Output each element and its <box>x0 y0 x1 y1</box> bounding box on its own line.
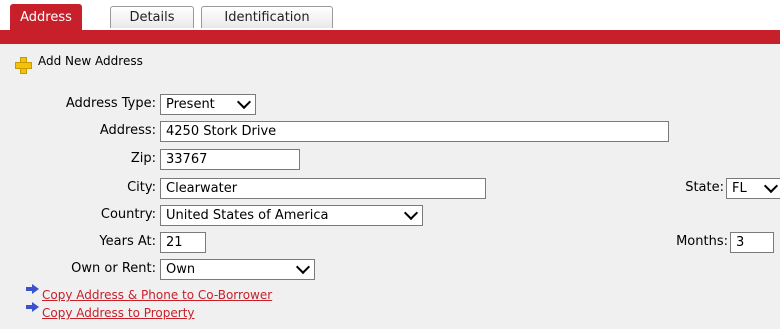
chevron-down-icon <box>295 259 311 275</box>
tab-details[interactable]: Details <box>110 6 194 28</box>
tab-address[interactable]: Address <box>10 4 82 30</box>
arrow-right-icon <box>26 284 40 294</box>
country-label: Country: <box>100 207 156 222</box>
chevron-down-icon <box>236 94 252 110</box>
tab-identification[interactable]: Identification <box>201 6 333 28</box>
own-or-rent-select[interactable]: Own <box>160 259 315 280</box>
tab-underline-bar <box>0 30 780 44</box>
city-label: City: <box>127 180 156 195</box>
address-type-label: Address Type: <box>65 96 156 111</box>
months-label: Months: <box>676 234 728 249</box>
chevron-down-icon <box>763 178 779 194</box>
years-at-label: Years At: <box>99 234 156 249</box>
own-or-rent-label: Own or Rent: <box>71 261 156 276</box>
address-input[interactable]: 4250 Stork Drive <box>160 121 669 142</box>
chevron-down-icon <box>403 205 419 221</box>
country-select[interactable]: United States of America <box>160 205 423 226</box>
copy-to-property-label: Copy Address to Property <box>42 306 195 320</box>
state-select[interactable]: FL <box>726 178 780 199</box>
tab-bar: Address Details Identification <box>0 0 780 34</box>
copy-to-property-link[interactable]: Copy Address to Property <box>26 302 195 320</box>
years-at-input[interactable]: 21 <box>160 232 206 253</box>
copy-to-co-borrower-link[interactable]: Copy Address & Phone to Co-Borrower <box>26 284 272 302</box>
address-type-value: Present <box>166 97 215 112</box>
address-type-select[interactable]: Present <box>160 94 256 115</box>
months-input[interactable]: 3 <box>730 232 774 253</box>
city-input[interactable]: Clearwater <box>160 178 486 199</box>
address-label: Address: <box>99 123 156 138</box>
arrow-right-icon <box>26 302 40 312</box>
copy-to-co-borrower-label: Copy Address & Phone to Co-Borrower <box>42 288 273 302</box>
add-new-address-label: Add New Address <box>38 54 143 68</box>
country-value: United States of America <box>166 208 329 223</box>
state-value: FL <box>732 181 747 196</box>
own-or-rent-value: Own <box>166 262 196 277</box>
add-new-address-button[interactable]: Add New Address <box>14 54 143 75</box>
state-label: State: <box>685 180 724 195</box>
zip-label: Zip: <box>130 151 156 166</box>
zip-input[interactable]: 33767 <box>160 149 300 170</box>
plus-icon <box>14 56 32 74</box>
